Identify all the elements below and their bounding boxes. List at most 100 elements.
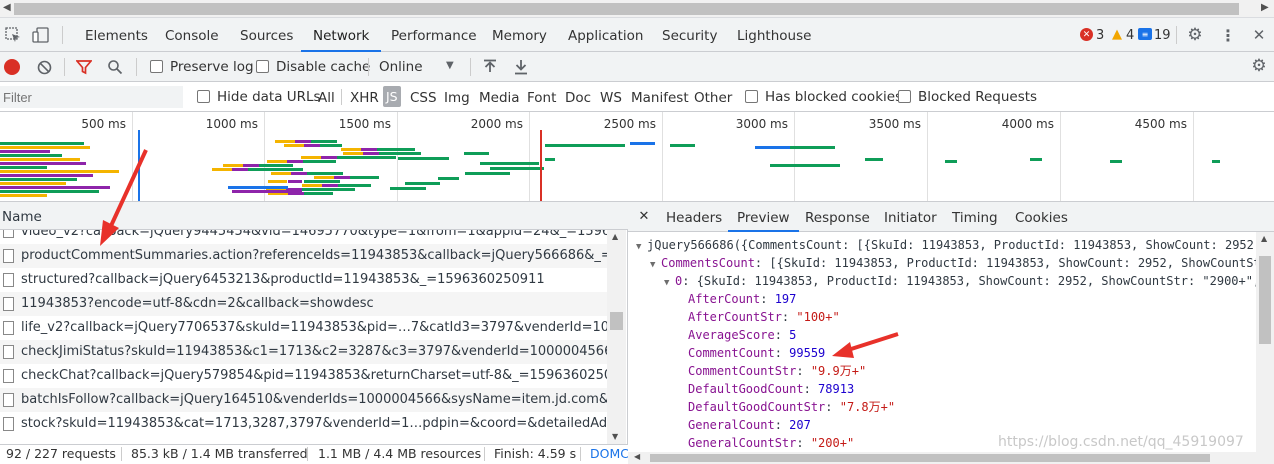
- error-count[interactable]: 3: [1096, 28, 1104, 43]
- hide-data-urls-checkbox[interactable]: [197, 90, 210, 103]
- import-har-icon[interactable]: [482, 58, 498, 76]
- request-row[interactable]: checkChat?callback=jQuery579854&pid=1194…: [0, 364, 607, 388]
- request-list-scrollbar-thumb[interactable]: [610, 312, 623, 330]
- json-field-default-good-count-str[interactable]: DefaultGoodCountStr: "7.8万+": [688, 398, 895, 416]
- request-row[interactable]: life_v2?callback=jQuery7706537&skuId=119…: [0, 316, 607, 340]
- has-blocked-cookies-checkbox[interactable]: [745, 90, 758, 103]
- json-field-comment-count[interactable]: CommentCount: 99559: [688, 344, 825, 362]
- scroll-left-icon[interactable]: ◀: [634, 452, 640, 461]
- device-toolbar-icon[interactable]: [32, 26, 50, 44]
- preview-horizontal-scrollbar-thumb[interactable]: [650, 454, 1210, 462]
- disable-cache-label[interactable]: Disable cache: [276, 59, 370, 75]
- preserve-log-checkbox[interactable]: [150, 60, 163, 73]
- expand-triangle-icon[interactable]: ▼: [664, 274, 675, 292]
- blocked-requests-checkbox[interactable]: [898, 90, 911, 103]
- clear-icon[interactable]: [36, 59, 52, 75]
- scroll-down-icon[interactable]: ▼: [612, 432, 618, 441]
- request-row[interactable]: structured?callback=jQuery6453213&produc…: [0, 268, 607, 292]
- scroll-up-icon[interactable]: ▲: [1261, 234, 1267, 243]
- tab-memory[interactable]: Memory: [492, 18, 547, 52]
- inspect-element-icon[interactable]: [4, 26, 22, 44]
- tab-response[interactable]: Response: [805, 202, 870, 232]
- preview-scrollbar-thumb[interactable]: [1259, 256, 1271, 344]
- type-filter-js[interactable]: JS: [383, 86, 401, 107]
- type-filter-manifest[interactable]: Manifest: [631, 90, 689, 106]
- settings-gear-icon[interactable]: ⚙: [1186, 25, 1204, 45]
- blocked-requests-label[interactable]: Blocked Requests: [918, 89, 1037, 105]
- tab-application[interactable]: Application: [568, 18, 643, 52]
- timeline-overview[interactable]: 500 ms 1000 ms 1500 ms 2000 ms 2500 ms 3…: [0, 112, 1274, 202]
- json-root-node[interactable]: ▼ jQuery566686({CommentsCount: [{SkuId: 1…: [636, 236, 1256, 254]
- export-har-icon[interactable]: [513, 58, 529, 76]
- type-filter-css[interactable]: CSS: [410, 90, 437, 106]
- message-icon[interactable]: ≡: [1138, 28, 1152, 40]
- type-filter-ws[interactable]: WS: [600, 90, 622, 106]
- request-row[interactable]: checkJimiStatus?skuId=11943853&c1=1713&c…: [0, 340, 607, 364]
- type-filter-media[interactable]: Media: [479, 90, 520, 106]
- top-scrollbar-thumb[interactable]: [14, 3, 1239, 15]
- type-filter-all[interactable]: All: [318, 90, 335, 106]
- tab-elements[interactable]: Elements: [85, 18, 148, 52]
- top-scrollbar[interactable]: ◀ ▶: [0, 0, 1274, 18]
- record-icon[interactable]: [4, 59, 20, 75]
- json-field-general-count[interactable]: GeneralCount: 207: [688, 416, 811, 434]
- more-options-icon[interactable]: ⋮: [1219, 26, 1237, 45]
- has-blocked-cookies-label[interactable]: Has blocked cookies: [765, 89, 902, 105]
- tab-network[interactable]: Network: [301, 18, 382, 52]
- request-list-scrollbar[interactable]: ▲ ▼: [607, 230, 626, 444]
- scroll-left-icon[interactable]: ◀: [3, 2, 11, 13]
- preview-horizontal-scrollbar[interactable]: ◀: [628, 452, 1274, 464]
- disable-cache-checkbox[interactable]: [256, 60, 269, 73]
- network-settings-gear-icon[interactable]: ⚙: [1250, 56, 1268, 76]
- warning-count[interactable]: 4: [1126, 28, 1134, 43]
- request-row[interactable]: 11943853?encode=utf-8&cdn=2&callback=sho…: [0, 292, 607, 316]
- json-field-default-good-count[interactable]: DefaultGoodCount: 78913: [688, 380, 854, 398]
- tab-security[interactable]: Security: [662, 18, 717, 52]
- json-comments-node[interactable]: ▼ CommentsCount: [{SkuId: 11943853, Produ…: [650, 254, 1256, 272]
- type-filter-xhr[interactable]: XHR: [350, 90, 379, 106]
- tab-cookies[interactable]: Cookies: [1015, 202, 1068, 232]
- request-row[interactable]: video_v2?callback=jQuery9445454&vid=1469…: [0, 230, 607, 240]
- hide-data-urls-label[interactable]: Hide data URLs: [217, 89, 321, 105]
- name-column-header[interactable]: Name: [0, 202, 628, 230]
- waterfall-bar: [304, 144, 321, 147]
- close-devtools-icon[interactable]: ✕: [1250, 26, 1268, 44]
- request-row[interactable]: stock?skuId=11943853&cat=1713,3287,3797&…: [0, 412, 607, 436]
- type-filter-doc[interactable]: Doc: [565, 90, 591, 106]
- error-icon[interactable]: ✕: [1080, 28, 1093, 41]
- json-field-after-count[interactable]: AfterCount: 197: [688, 290, 796, 308]
- request-row[interactable]: batchIsFollow?callback=jQuery164510&vend…: [0, 388, 607, 412]
- filter-funnel-icon[interactable]: [76, 59, 92, 75]
- tab-timing[interactable]: Timing: [952, 202, 998, 232]
- tick-label: 2500 ms: [603, 117, 656, 131]
- throttle-select[interactable]: Online ▼: [376, 56, 461, 78]
- tab-sources[interactable]: Sources: [240, 18, 293, 52]
- expand-triangle-icon[interactable]: ▼: [650, 256, 661, 274]
- type-filter-other[interactable]: Other: [694, 90, 732, 106]
- expand-triangle-icon[interactable]: ▼: [636, 238, 647, 256]
- close-detail-icon[interactable]: ✕: [637, 209, 651, 224]
- warning-icon[interactable]: ▲: [1110, 27, 1124, 42]
- request-row[interactable]: productCommentSummaries.action?reference…: [0, 244, 607, 268]
- type-filter-font[interactable]: Font: [527, 90, 556, 106]
- tab-initiator[interactable]: Initiator: [884, 202, 937, 232]
- preserve-log-label[interactable]: Preserve log: [170, 59, 254, 75]
- tab-console[interactable]: Console: [165, 18, 219, 52]
- scroll-right-icon[interactable]: ▶: [1261, 2, 1269, 13]
- preview-scrollbar[interactable]: ▲: [1256, 232, 1274, 452]
- tab-headers[interactable]: Headers: [666, 202, 722, 232]
- tab-preview[interactable]: Preview: [728, 202, 799, 232]
- tab-performance[interactable]: Performance: [391, 18, 477, 52]
- json-item0-node[interactable]: ▼ 0: {SkuId: 11943853, ProductId: 1194385…: [664, 272, 1256, 290]
- json-field-average-score[interactable]: AverageScore: 5: [688, 326, 796, 344]
- json-field-general-count-str[interactable]: GeneralCountStr: "200+": [688, 434, 854, 452]
- message-count[interactable]: 19: [1154, 28, 1171, 43]
- filter-input[interactable]: [0, 86, 183, 108]
- json-field-after-count-str[interactable]: AfterCountStr: "100+": [688, 308, 840, 326]
- search-icon[interactable]: [107, 59, 123, 75]
- json-field-comment-count-str[interactable]: CommentCountStr: "9.9万+": [688, 362, 866, 380]
- request-name: 11943853?encode=utf-8&cdn=2&callback=sho…: [21, 296, 374, 311]
- type-filter-img[interactable]: Img: [444, 90, 470, 106]
- tab-lighthouse[interactable]: Lighthouse: [737, 18, 811, 52]
- scroll-up-icon[interactable]: ▲: [612, 232, 618, 241]
